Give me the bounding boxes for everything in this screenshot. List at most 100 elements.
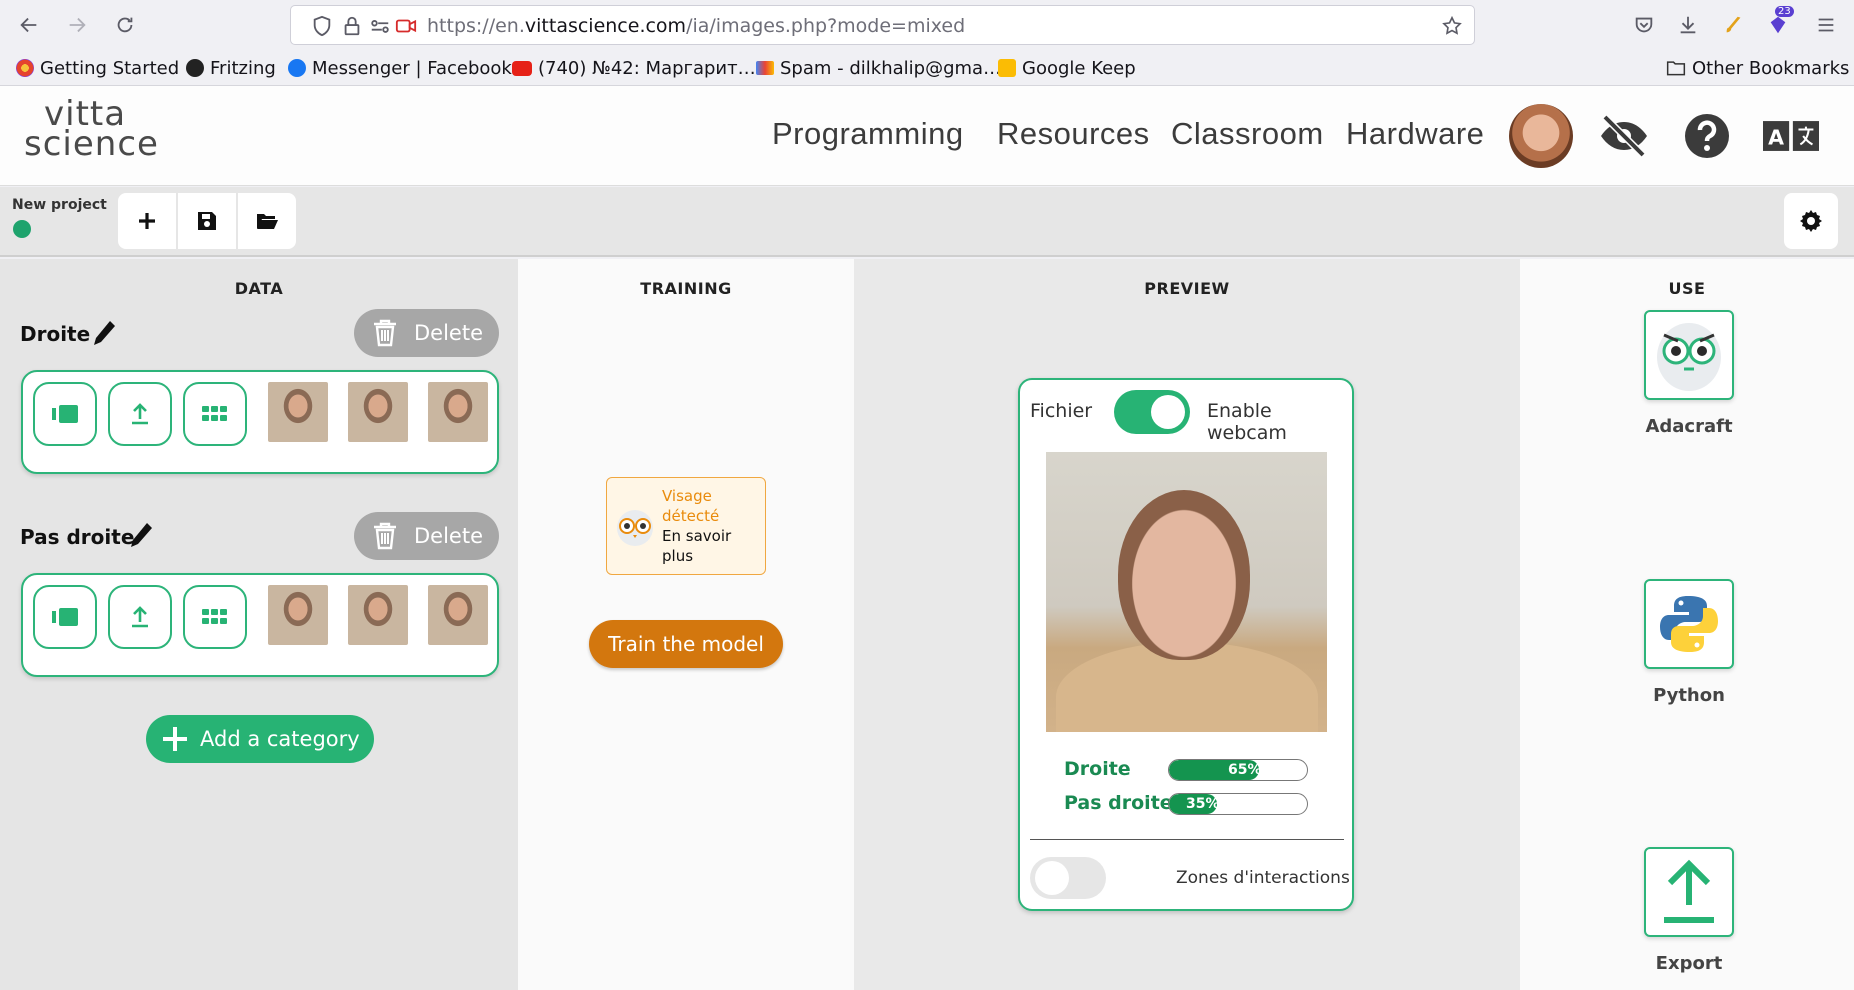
- bookmark-messenger[interactable]: Messenger | Facebook: [288, 56, 512, 80]
- trash-icon: [374, 319, 396, 347]
- view-all-button[interactable]: [183, 382, 247, 446]
- hide-eye-icon[interactable]: [1596, 108, 1652, 164]
- sample-thumbnail[interactable]: [268, 382, 328, 442]
- keep-icon: [998, 59, 1016, 77]
- forward-icon[interactable]: [62, 10, 92, 40]
- sample-thumbnail[interactable]: [428, 382, 488, 442]
- train-model-button[interactable]: Train the model: [589, 620, 783, 668]
- bookmark-star-icon[interactable]: [1441, 15, 1463, 37]
- nav-hardware[interactable]: Hardware: [1346, 116, 1484, 152]
- extension-brush-icon[interactable]: [1720, 11, 1748, 39]
- use-title: USE: [1668, 279, 1706, 298]
- back-icon[interactable]: [14, 10, 44, 40]
- adacraft-label: Adacraft: [1645, 416, 1733, 437]
- plus-icon: [139, 213, 155, 229]
- export-button[interactable]: [1644, 847, 1734, 937]
- url-prefix: https://en.: [427, 15, 525, 37]
- sample-thumbnail[interactable]: [348, 382, 408, 442]
- project-name[interactable]: New project: [12, 197, 107, 213]
- settings-button[interactable]: [1784, 193, 1838, 249]
- delete-label: Delete: [414, 524, 483, 548]
- python-button[interactable]: [1644, 579, 1734, 669]
- camera-active-icon[interactable]: [395, 15, 417, 37]
- other-bookmarks[interactable]: Other Bookmarks: [1666, 56, 1849, 80]
- edit-pencil-icon[interactable]: [91, 319, 117, 349]
- bookmark-label: Google Keep: [1022, 57, 1136, 79]
- toggle-knob: [1035, 861, 1069, 895]
- save-icon: [198, 212, 216, 230]
- prediction-label: Pas droite: [1064, 792, 1173, 814]
- bookmark-label: Fritzing: [210, 57, 276, 79]
- pocket-icon[interactable]: [1630, 11, 1658, 39]
- delete-label: Delete: [414, 321, 483, 345]
- use-panel: USE Adacraft Python Export: [1520, 259, 1854, 990]
- python-logo-icon: [1660, 596, 1718, 652]
- preview-title: PREVIEW: [1144, 279, 1230, 298]
- delete-category-button[interactable]: Delete: [354, 512, 499, 560]
- webcam-feed: [1046, 452, 1327, 732]
- adacraft-owl-icon: [1657, 323, 1721, 391]
- download-icon[interactable]: [1674, 11, 1702, 39]
- category-samples-box: [21, 573, 499, 677]
- bookmark-fritzing[interactable]: Fritzing: [186, 56, 276, 80]
- facebook-icon: [288, 59, 306, 77]
- new-project-button[interactable]: [118, 193, 176, 249]
- upload-images-button[interactable]: [108, 382, 172, 446]
- face-detected-title: Visage détecté: [662, 487, 720, 525]
- url-bar[interactable]: https://en.vittascience.com/ia/images.ph…: [290, 5, 1475, 45]
- bookmark-gmail[interactable]: Spam - dilkhalip@gma…: [756, 56, 1001, 80]
- site-header: vitta science Programming Resources Clas…: [0, 86, 1854, 186]
- data-panel: DATA Droite Delete Pas droite Delete Add…: [0, 259, 518, 990]
- bookmark-google-keep[interactable]: Google Keep: [998, 56, 1136, 80]
- menu-icon[interactable]: [1812, 11, 1840, 39]
- bookmark-getting-started[interactable]: Getting Started: [16, 56, 179, 80]
- sample-thumbnail[interactable]: [348, 585, 408, 645]
- add-category-button[interactable]: Add a category: [146, 715, 374, 763]
- prediction-bar: 65%: [1168, 759, 1308, 781]
- add-category-label: Add a category: [200, 727, 360, 751]
- lock-icon[interactable]: [341, 15, 363, 37]
- upload-images-button[interactable]: [108, 585, 172, 649]
- interaction-zones-toggle[interactable]: [1030, 857, 1106, 899]
- prediction-bar: 35%: [1168, 793, 1308, 815]
- nav-resources[interactable]: Resources: [997, 116, 1150, 152]
- view-all-button[interactable]: [183, 585, 247, 649]
- reload-icon[interactable]: [110, 10, 140, 40]
- divider: [1030, 839, 1344, 840]
- save-project-button[interactable]: [178, 193, 236, 249]
- nav-programming[interactable]: Programming: [772, 116, 964, 152]
- url-text[interactable]: https://en.vittascience.com/ia/images.ph…: [427, 15, 965, 37]
- gear-icon: [1800, 210, 1822, 232]
- grid-icon: [202, 406, 227, 421]
- project-bar: New project: [0, 187, 1854, 257]
- edit-pencil-icon[interactable]: [128, 521, 154, 551]
- open-project-button[interactable]: [238, 193, 296, 249]
- upload-icon: [132, 403, 148, 425]
- other-bookmarks-label: Other Bookmarks: [1692, 57, 1850, 79]
- preview-panel: PREVIEW Fichier Enable webcam Droite 65%…: [854, 259, 1520, 990]
- adacraft-button[interactable]: [1644, 310, 1734, 400]
- webcam-capture-button[interactable]: [33, 382, 97, 446]
- face-detected-card[interactable]: Visage détecté En savoir plus: [606, 477, 766, 575]
- webcam-toggle[interactable]: [1114, 390, 1190, 434]
- grid-icon: [202, 609, 227, 624]
- prediction-percent: 65%: [1228, 762, 1262, 778]
- browser-toolbar: https://en.vittascience.com/ia/images.ph…: [0, 0, 1854, 50]
- nav-classroom[interactable]: Classroom: [1171, 116, 1324, 152]
- avatar[interactable]: [1509, 104, 1573, 168]
- help-icon[interactable]: [1679, 108, 1735, 164]
- bookmark-youtube[interactable]: (740) №42: Маргарит…: [512, 56, 756, 80]
- permissions-icon[interactable]: [369, 15, 391, 37]
- sample-thumbnail[interactable]: [428, 585, 488, 645]
- shield-icon[interactable]: [311, 15, 333, 37]
- plus-icon: [163, 727, 187, 751]
- webcam-capture-button[interactable]: [33, 585, 97, 649]
- video-camera-icon: [52, 608, 78, 626]
- prediction-percent: 35%: [1186, 796, 1220, 812]
- gmail-icon: [756, 61, 774, 75]
- vittascience-logo[interactable]: vitta science: [24, 94, 164, 172]
- learn-more-link[interactable]: En savoir plus: [662, 526, 762, 566]
- translate-icon[interactable]: A: [1763, 108, 1819, 164]
- delete-category-button[interactable]: Delete: [354, 309, 499, 357]
- sample-thumbnail[interactable]: [268, 585, 328, 645]
